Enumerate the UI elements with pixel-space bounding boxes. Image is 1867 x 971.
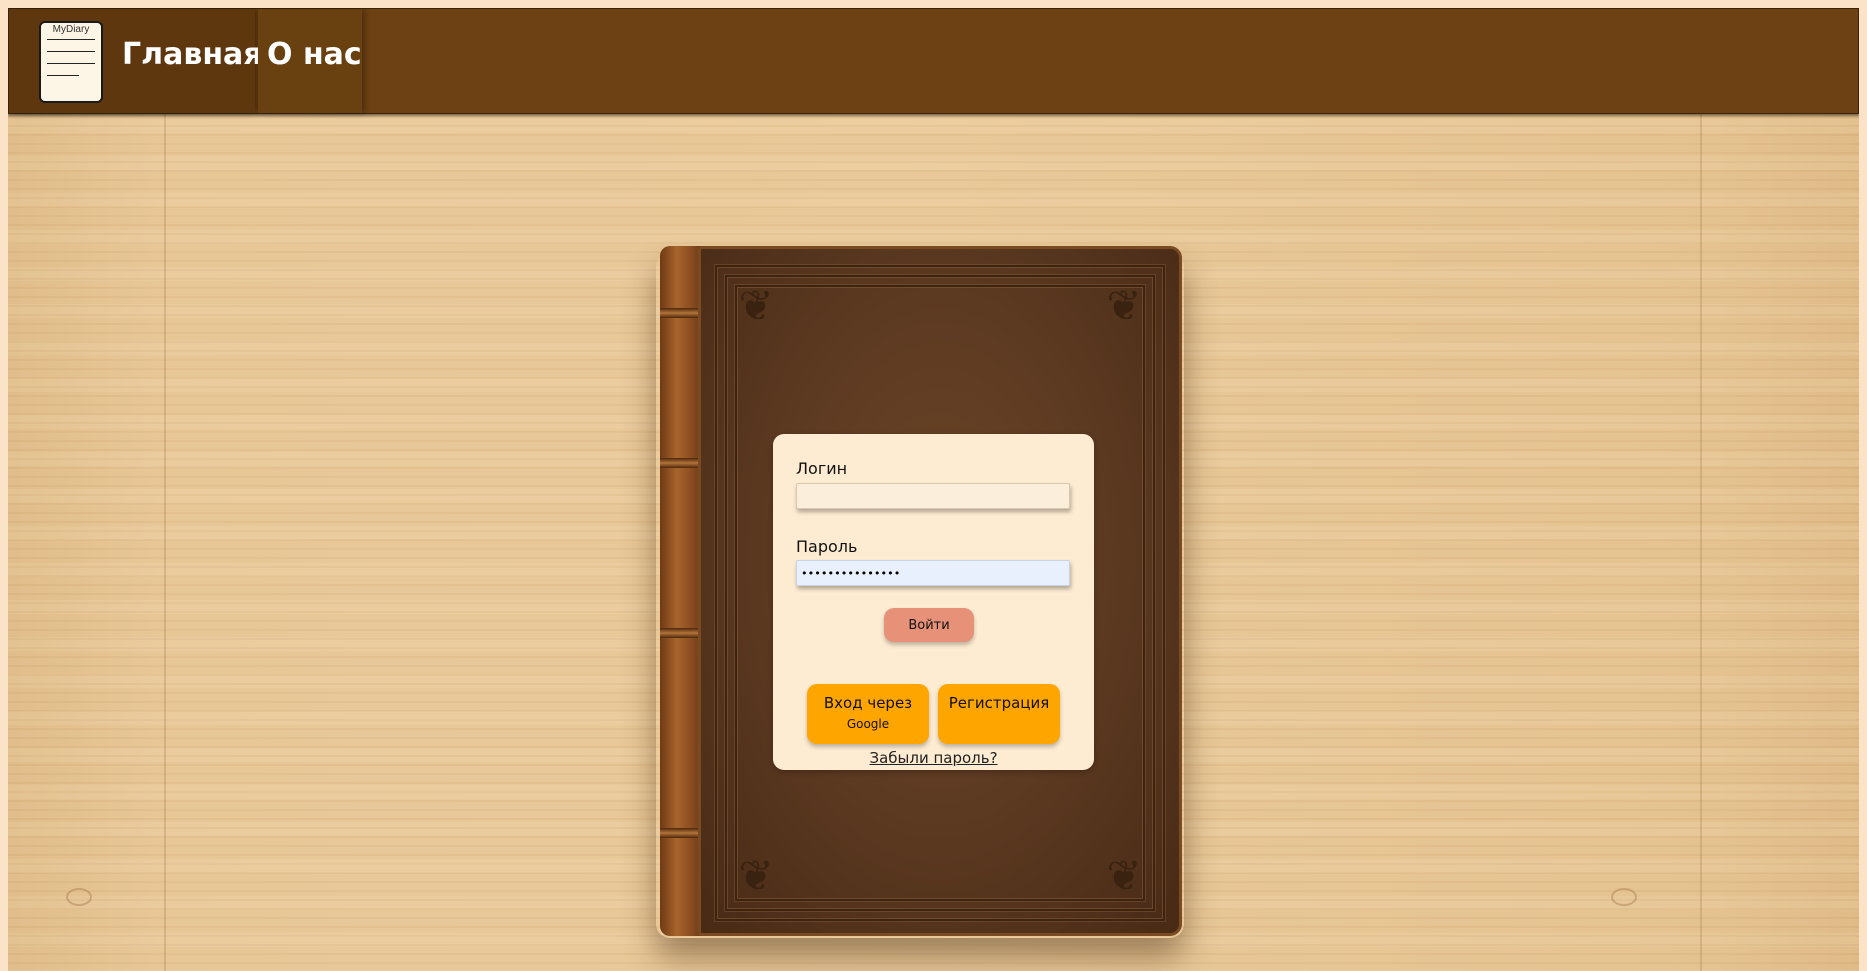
- register-button-label: Регистрация: [948, 694, 1050, 712]
- register-button[interactable]: Регистрация: [938, 684, 1060, 744]
- logo-line: [47, 51, 95, 52]
- login-button[interactable]: Войти: [884, 608, 974, 642]
- logo[interactable]: MyDiary: [39, 21, 103, 103]
- nav-item-about[interactable]: О нас: [258, 9, 362, 113]
- login-label: Логин: [796, 459, 848, 478]
- wood-knot: [1611, 888, 1637, 906]
- top-navbar: MyDiary Главная О нас: [8, 8, 1859, 114]
- corner-ornament-icon: ❦: [1106, 281, 1142, 330]
- login-input[interactable]: [796, 483, 1070, 509]
- logo-line: [47, 75, 79, 76]
- corner-ornament-icon: ❦: [738, 281, 774, 330]
- password-label: Пароль: [796, 537, 858, 556]
- wood-knot: [66, 888, 92, 906]
- login-card: Логин Пароль Войти Вход через Google Рег…: [773, 434, 1094, 770]
- page-frame: ❦ ❦ ❦ ❦ MyDiary Главная О нас Логин Паро…: [8, 8, 1859, 971]
- logo-text: MyDiary: [52, 24, 90, 35]
- nav-item-home[interactable]: MyDiary Главная: [9, 9, 263, 113]
- nav-home-label: Главная: [122, 37, 263, 72]
- logo-line: [47, 63, 95, 64]
- google-button-line1: Вход через: [823, 694, 913, 712]
- plank-seam: [164, 8, 166, 971]
- logo-line: [47, 39, 95, 40]
- password-input[interactable]: [796, 560, 1070, 586]
- plank-seam: [1700, 8, 1702, 971]
- nav-about-label: О нас: [267, 37, 362, 72]
- google-button-line2: Google: [846, 717, 890, 731]
- forgot-password-link[interactable]: Забыли пароль?: [773, 749, 1094, 767]
- corner-ornament-icon: ❦: [738, 851, 774, 900]
- google-login-button[interactable]: Вход через Google: [807, 684, 929, 744]
- corner-ornament-icon: ❦: [1106, 851, 1142, 900]
